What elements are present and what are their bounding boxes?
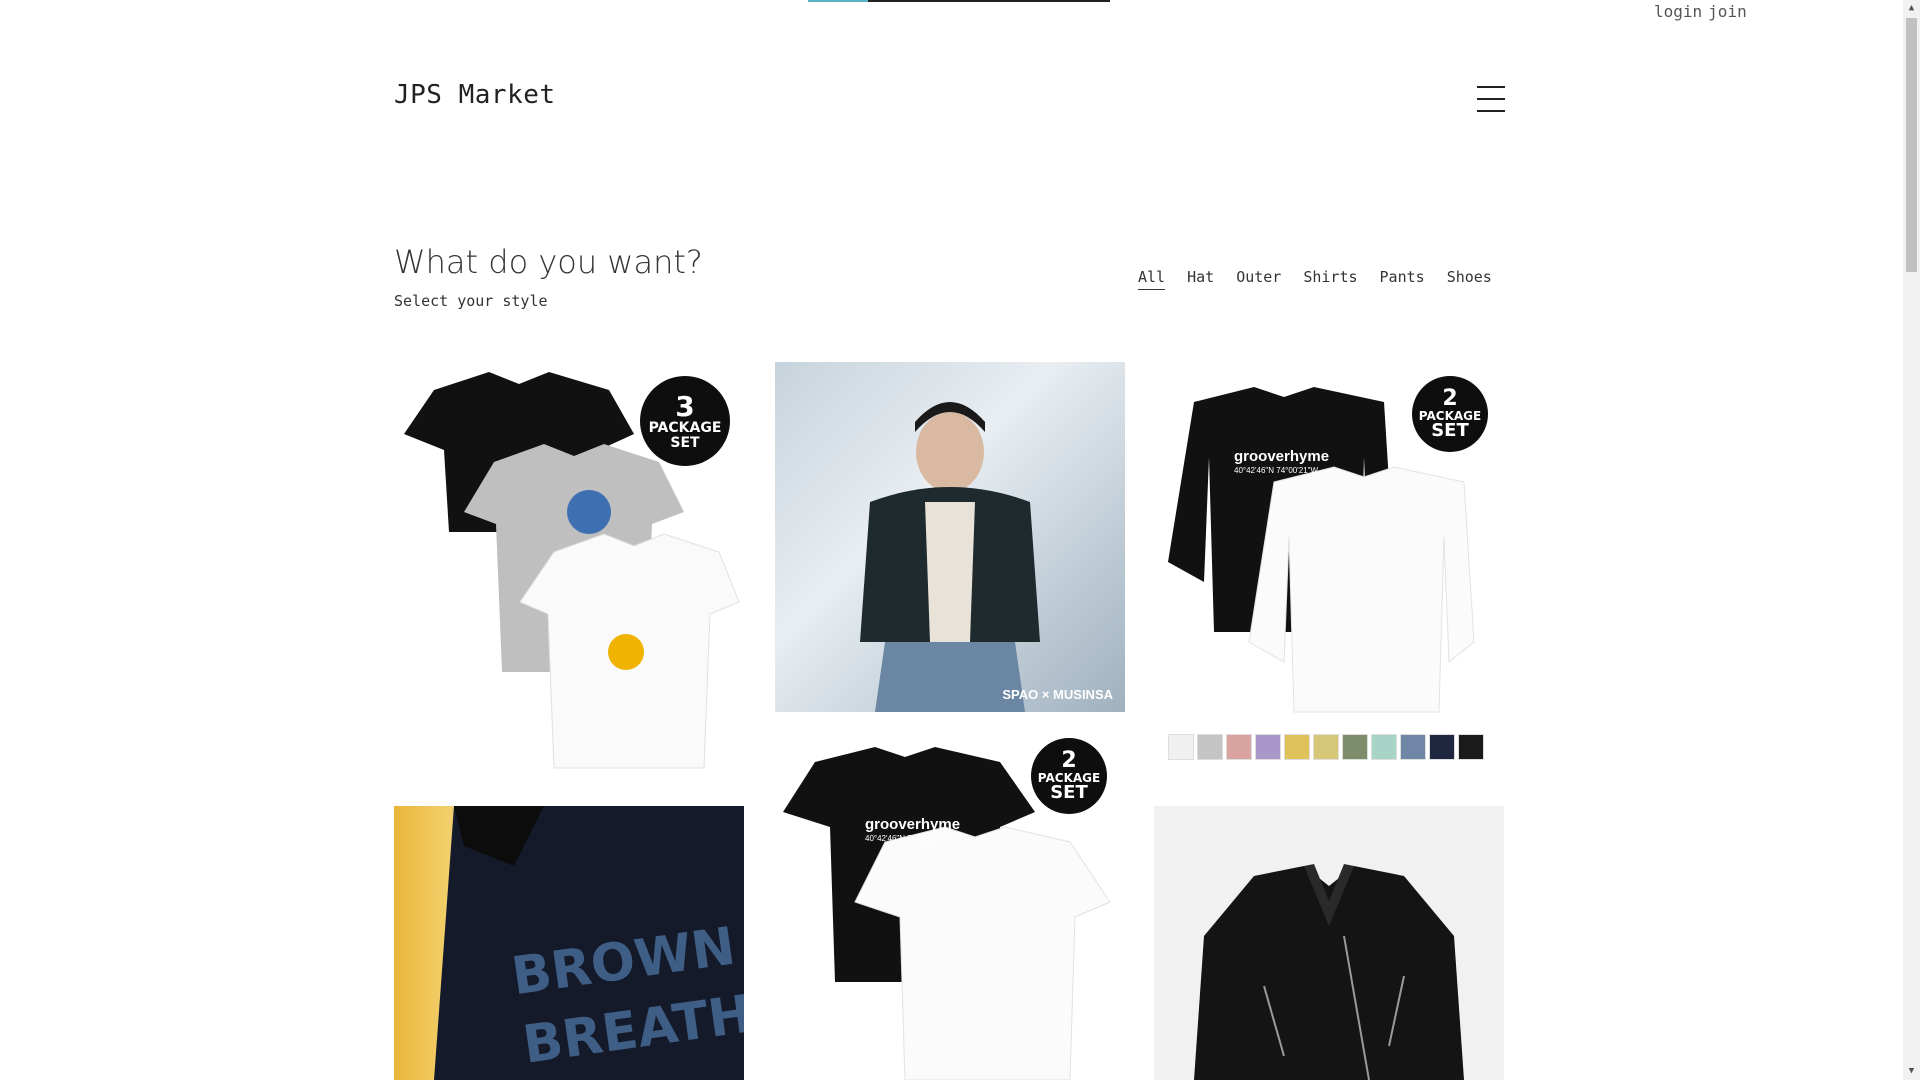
product-card-longsleeve-package[interactable]: grooverhyme 40°42'46"N 74°00'21"W 2 PACK…	[1154, 362, 1504, 774]
filter-hat[interactable]: Hat	[1187, 268, 1214, 290]
leather-jacket-image	[1194, 864, 1464, 1080]
site-logo[interactable]: JPS Market	[394, 80, 556, 110]
color-swatches	[1168, 734, 1484, 760]
page-title: What do you want?	[394, 243, 703, 281]
product-card-three-tshirt-package[interactable]: 3 PACKAGE SET	[394, 362, 744, 774]
scroll-up-arrow-icon[interactable]: ▲	[1903, 0, 1920, 17]
color-swatch	[1371, 734, 1397, 760]
color-swatch	[1313, 734, 1339, 760]
padded-jacket-model-image	[860, 402, 1040, 712]
color-swatch	[1168, 734, 1194, 760]
top-progress-bar	[808, 0, 1110, 2]
product-card-padded-jacket[interactable]: SPAO × MUSINSA	[775, 362, 1125, 712]
category-filters: All Hat Outer Shirts Pants Shoes	[1138, 268, 1492, 290]
top-progress-fill	[808, 0, 869, 2]
filter-all[interactable]: All	[1138, 268, 1166, 290]
package-badge: 2 PACKAGE SET	[1412, 376, 1488, 452]
filter-outer[interactable]: Outer	[1236, 268, 1281, 290]
filter-shirts[interactable]: Shirts	[1303, 268, 1357, 290]
coords-print: 40°42'46"N 74°00'21"W	[865, 834, 950, 843]
color-swatch	[1197, 734, 1223, 760]
product-card-leather-jacket[interactable]	[1154, 806, 1504, 1080]
scrollbar-thumb[interactable]	[1906, 18, 1917, 272]
product-card-tshirt-package[interactable]: grooverhyme 40°42'46"N 74°00'21"W 2 PACK…	[775, 732, 1125, 1080]
coords-print: 40°42'46"N 74°00'21"W	[1234, 466, 1319, 475]
package-badge: 3 PACKAGE SET	[640, 376, 730, 466]
color-swatch	[1458, 734, 1484, 760]
brand-print: grooverhyme	[1234, 448, 1330, 465]
color-swatch	[1255, 734, 1281, 760]
color-swatch	[1284, 734, 1310, 760]
scrollbar[interactable]: ▲ ▼	[1903, 0, 1920, 1080]
hamburger-menu-icon[interactable]	[1477, 86, 1505, 112]
page-subtitle: Select your style	[394, 292, 548, 310]
auth-links: login join	[1654, 2, 1753, 21]
color-swatch	[1400, 734, 1426, 760]
filter-pants[interactable]: Pants	[1380, 268, 1425, 290]
black-tshirt-model-image: BROWN BREATH	[434, 806, 744, 1080]
color-swatch	[1226, 734, 1252, 760]
join-link[interactable]: join	[1708, 2, 1747, 21]
login-link[interactable]: login	[1654, 2, 1702, 21]
scroll-down-arrow-icon[interactable]: ▼	[1903, 1063, 1920, 1080]
brand-caption: SPAO × MUSINSA	[1002, 687, 1113, 702]
color-swatch	[1429, 734, 1455, 760]
filter-shoes[interactable]: Shoes	[1447, 268, 1492, 290]
color-swatch	[1342, 734, 1368, 760]
brand-print: grooverhyme	[865, 816, 961, 833]
package-badge: 2 PACKAGE SET	[1031, 738, 1107, 814]
product-card-black-tshirt[interactable]: BROWN BREATH	[394, 806, 744, 1080]
